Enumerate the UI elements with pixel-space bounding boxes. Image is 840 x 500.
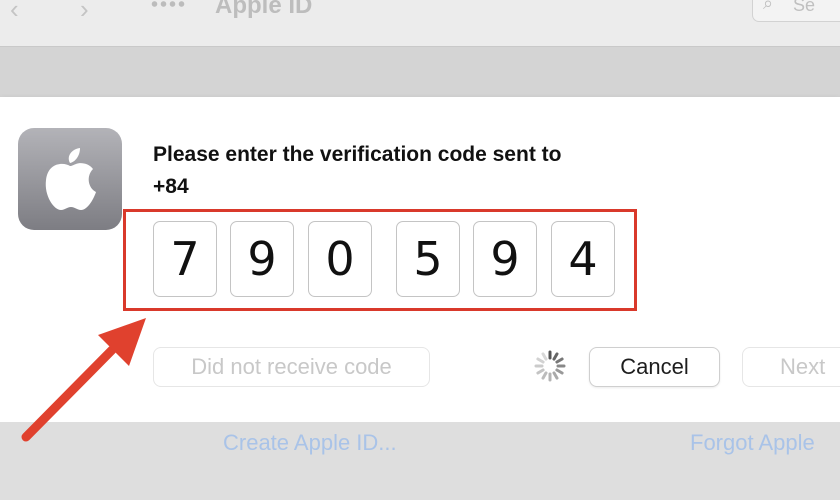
- verification-prompt: Please enter the verification code sent …: [153, 139, 713, 203]
- code-digit-field[interactable]: 4: [551, 221, 615, 297]
- next-button[interactable]: Next: [742, 347, 840, 387]
- phone-number: +84: [153, 175, 189, 198]
- code-digit-field[interactable]: 5: [396, 221, 460, 297]
- code-digit-field[interactable]: 0: [308, 221, 372, 297]
- create-apple-id-link[interactable]: Create Apple ID...: [223, 430, 397, 456]
- forgot-apple-id-link[interactable]: Forgot Apple: [690, 430, 815, 456]
- window-toolbar: ‹ › Apple ID ⌕ Se: [0, 0, 840, 47]
- loading-spinner-icon: [534, 350, 566, 382]
- resend-code-button[interactable]: Did not receive code: [153, 347, 430, 387]
- apple-logo-icon: [18, 128, 122, 230]
- code-digit-field[interactable]: 9: [473, 221, 537, 297]
- window-background: [0, 47, 840, 97]
- forward-button[interactable]: ›: [80, 0, 89, 25]
- code-digit-field[interactable]: 7: [153, 221, 217, 297]
- window-title: Apple ID: [215, 0, 313, 19]
- search-input[interactable]: ⌕ Se: [752, 0, 840, 22]
- grid-icon[interactable]: [150, 0, 186, 8]
- search-icon: ⌕: [763, 0, 774, 13]
- code-digit-field[interactable]: 9: [230, 221, 294, 297]
- cancel-button[interactable]: Cancel: [589, 347, 720, 387]
- back-button[interactable]: ‹: [10, 0, 19, 25]
- search-placeholder: Se: [793, 0, 816, 15]
- prompt-text: Please enter the verification code sent …: [153, 143, 562, 166]
